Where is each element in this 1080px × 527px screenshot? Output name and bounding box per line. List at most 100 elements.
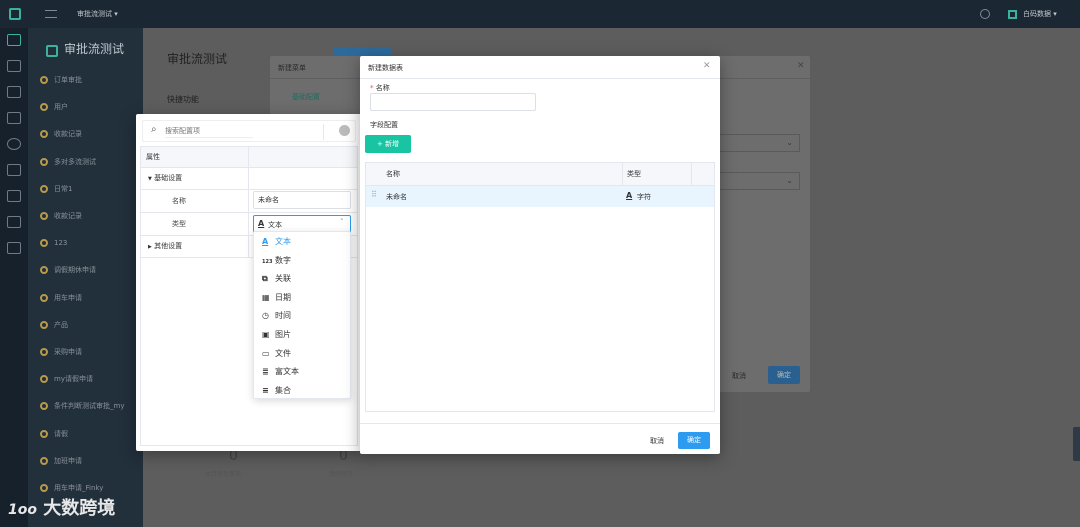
property-header: 属性	[146, 153, 160, 161]
sidebar-item-label: 订单审批	[54, 76, 82, 84]
sidebar-item-label: 收款记录	[54, 212, 82, 220]
circle-icon	[40, 266, 48, 275]
sidebar-header: 审批流测试	[46, 40, 124, 57]
circle-icon	[40, 184, 48, 193]
form-icon[interactable]	[7, 112, 21, 124]
option-label: 日期	[275, 292, 291, 302]
caret-right-icon: ▶	[148, 244, 152, 250]
row-name: 未命名	[386, 193, 407, 201]
sidebar-item-label: 用车申请	[54, 293, 82, 302]
group-other[interactable]: ▶ 其他设置	[148, 241, 182, 251]
dropdown-option[interactable]: ▭ 文件	[262, 345, 291, 363]
menu-confirm-button[interactable]: 确定	[768, 366, 800, 384]
table-name-input[interactable]	[370, 93, 536, 111]
dropdown-option[interactable]: ≡ 集合	[262, 382, 291, 400]
settings-icon[interactable]	[7, 138, 21, 150]
user-menu[interactable]: 白码数据 ▾	[1008, 9, 1057, 19]
option-label: 文本	[275, 237, 291, 246]
sidebar-item-label: 日常1	[54, 184, 73, 193]
option-label: 集合	[275, 385, 291, 395]
dropdown-option[interactable]: 123 数字	[262, 252, 291, 270]
sidebar-item-label: 收款记录	[54, 130, 82, 139]
confirm-button[interactable]: 确定	[678, 432, 710, 449]
flow-icon[interactable]	[7, 86, 21, 98]
dropdown-option[interactable]: A 文本	[262, 233, 291, 251]
watermark: 1oo 大数跨境	[8, 494, 115, 520]
circle-icon	[40, 402, 48, 411]
option-type-icon: 123	[262, 258, 273, 265]
field-config-label: 字段配置	[370, 121, 398, 129]
app-name: 审批流测试	[77, 10, 112, 18]
sidebar-item-label: 用车申请_Finky	[54, 484, 104, 492]
search-input[interactable]	[165, 124, 253, 138]
dialog-title: 新建数据表	[368, 64, 403, 72]
sidebar-title: 审批流测试	[64, 42, 125, 56]
watermark-logo-icon: 1oo	[8, 502, 37, 518]
dropdown-option[interactable]: ▦ 日期	[262, 289, 291, 307]
circle-icon	[40, 484, 48, 492]
app-switcher[interactable]: 审批流测试 ▾	[77, 9, 118, 19]
dropdown-option[interactable]: ≣ 富文本	[262, 363, 299, 381]
drag-handle-icon[interactable]: ⠿	[371, 190, 377, 199]
option-label: 时间	[275, 311, 291, 321]
clear-icon[interactable]	[339, 125, 350, 136]
sidebar: 审批流测试 订单审批 用户 收款记录 多对多流测试 日常1 收款记录 123 调假期休申请 用车…	[28, 28, 143, 527]
type-dropdown: A 文本 123 数字 ⧉ 关联 ▦ 日期 ◷ 时间 ▣ 图片 ▭ 文件 ≣ 富文本 ≡ 集合	[253, 231, 351, 399]
plugin-icon[interactable]	[7, 216, 21, 228]
text-type-icon: A	[258, 219, 265, 228]
circle-icon	[40, 320, 48, 329]
dropdown-option[interactable]: ◷ 时间	[262, 307, 291, 325]
quick-functions-label: 快捷功能	[167, 95, 199, 104]
chevron-down-icon: ⌄	[786, 138, 793, 147]
search-box: ⌕	[142, 120, 356, 142]
group-basic[interactable]: ▼ 基础设置	[148, 173, 182, 183]
chevron-up-icon: ˄	[340, 218, 344, 226]
sidebar-item-label: 调假期休申请	[54, 266, 96, 275]
sidebar-item-label: 采购申请	[54, 348, 82, 356]
menu-icon[interactable]	[45, 10, 57, 18]
circle-icon	[40, 429, 48, 438]
option-label: 数字	[275, 255, 291, 265]
side-handle[interactable]	[1073, 427, 1080, 461]
circle-icon	[40, 239, 48, 248]
close-icon[interactable]: ✕	[703, 61, 711, 71]
close-icon[interactable]: ✕	[797, 61, 805, 71]
add-field-button[interactable]: + 新增	[365, 135, 411, 153]
help-icon[interactable]	[980, 9, 990, 19]
option-type-icon: ≡	[262, 385, 269, 395]
dropdown-option[interactable]: ▣ 图片	[262, 326, 291, 344]
circle-icon	[40, 375, 48, 384]
message-icon[interactable]	[7, 242, 21, 254]
menu-cancel-button[interactable]: 取消	[732, 371, 746, 381]
option-type-icon: ≣	[262, 367, 269, 377]
name-field-label: * 名称	[370, 83, 390, 93]
sidebar-item-label: 条件判断测试审批_my	[54, 402, 125, 411]
name-label: 名称	[172, 197, 186, 205]
group-basic-label: 基础设置	[154, 174, 183, 182]
name-input[interactable]	[253, 191, 351, 209]
table-header	[141, 147, 357, 167]
report-icon[interactable]	[7, 164, 21, 176]
sidebar-item-label: my请假申请	[54, 375, 93, 384]
brand-icon	[1008, 9, 1017, 19]
cloud-icon[interactable]	[7, 190, 21, 202]
circle-icon	[40, 212, 48, 220]
cancel-button[interactable]: 取消	[650, 436, 664, 446]
database-icon[interactable]	[7, 60, 21, 72]
option-type-icon: ◷	[262, 311, 269, 321]
circle-icon	[40, 103, 48, 112]
type-label: 类型	[172, 220, 186, 228]
logo-icon	[9, 8, 21, 20]
top-bar: 审批流测试 ▾ 白码数据 ▾	[0, 0, 1080, 28]
circle-icon	[40, 76, 48, 84]
col-name-header: 名称	[386, 170, 400, 178]
option-type-icon: ▭	[262, 348, 270, 358]
watermark-text: 大数跨境	[43, 498, 116, 519]
option-label: 富文本	[275, 367, 299, 377]
chevron-down-icon: ⌄	[786, 176, 793, 185]
table-row[interactable]: ⠿ 未命名 A 字符	[366, 186, 714, 207]
dashboard-icon[interactable]	[7, 34, 21, 46]
dropdown-option[interactable]: ⧉ 关联	[262, 270, 291, 288]
tab-basic-config[interactable]: 基础配置	[292, 92, 320, 102]
col-type-header: 类型	[627, 170, 641, 178]
